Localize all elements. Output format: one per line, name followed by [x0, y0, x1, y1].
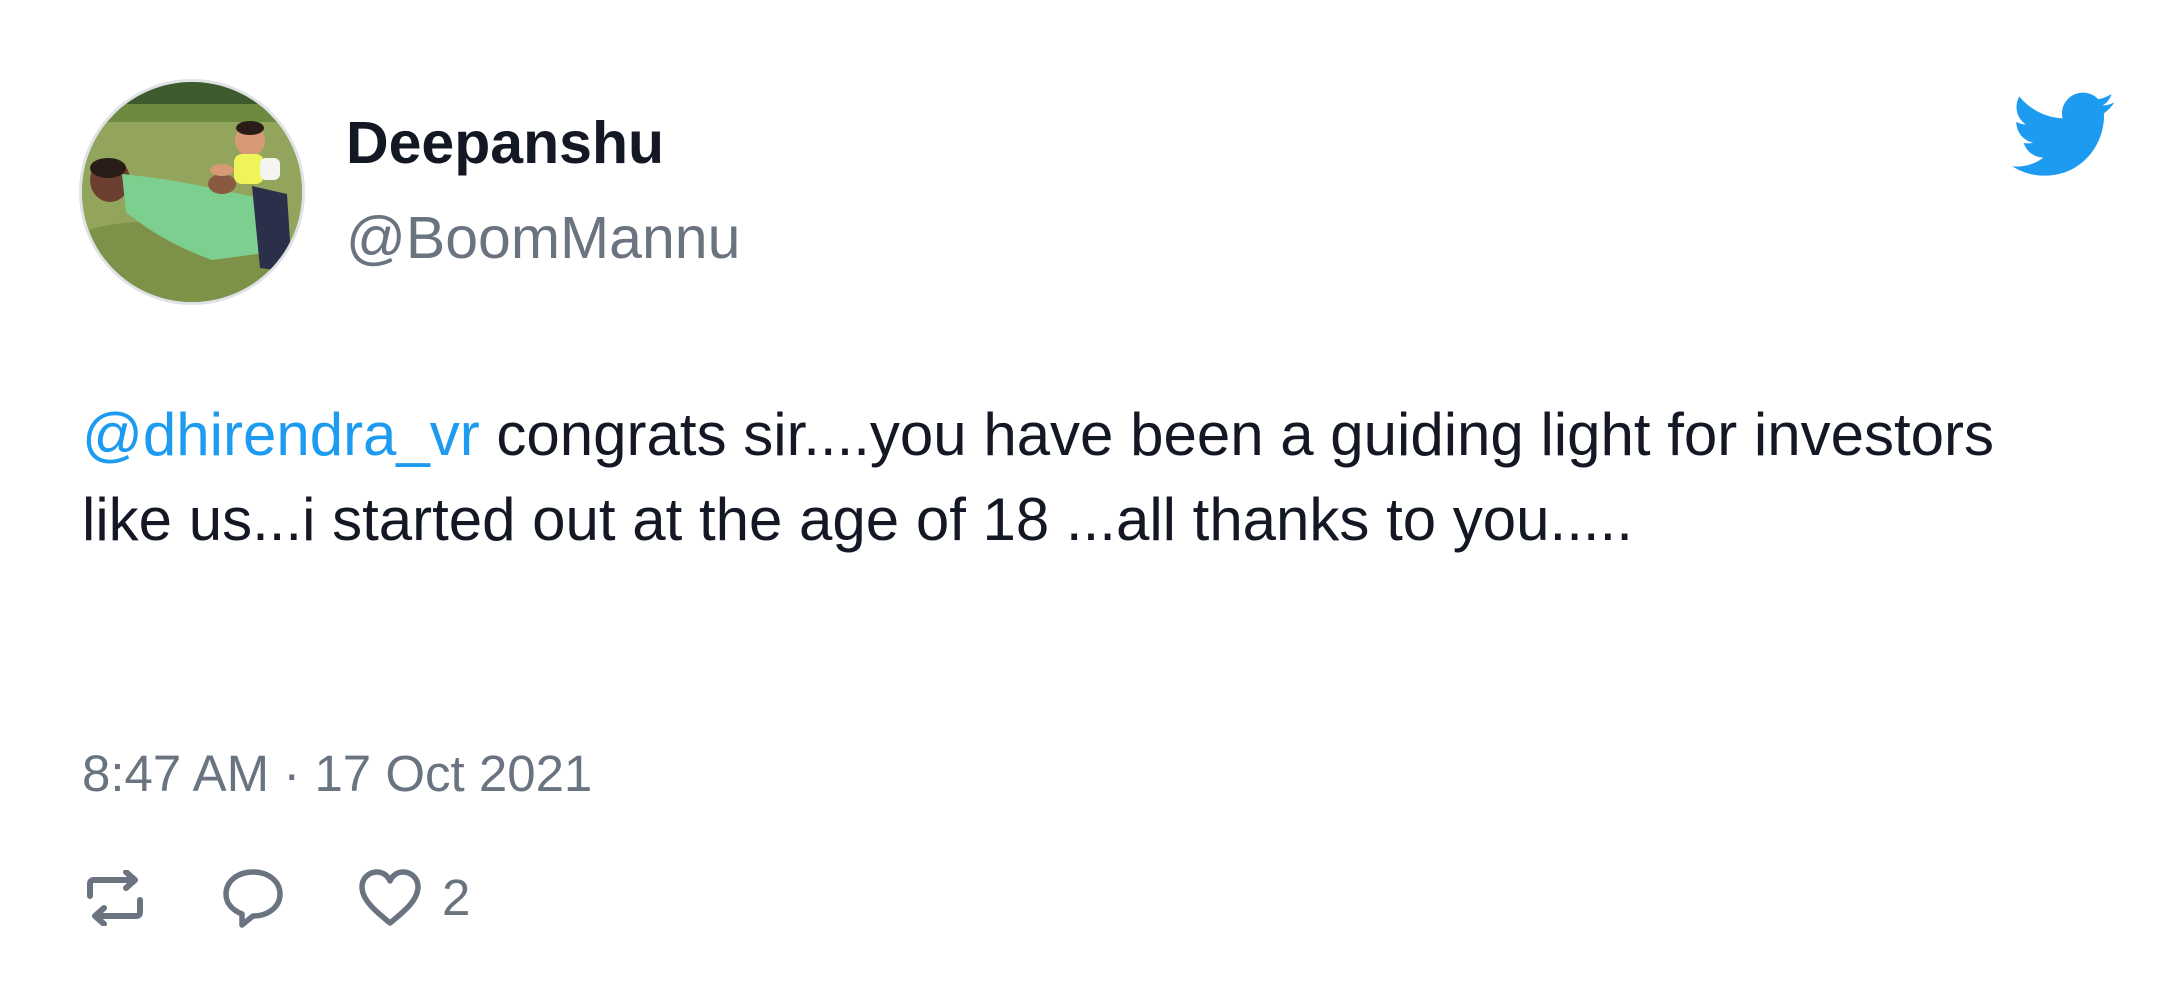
- tweet-card: Deepanshu @BoomMannu @dhirendra_vr congr…: [0, 0, 2180, 1008]
- tweet-timestamp[interactable]: 8:47 AM · 17 Oct 2021: [82, 742, 592, 806]
- avatar[interactable]: [82, 82, 302, 302]
- reply-button[interactable]: [222, 866, 284, 930]
- author-handle[interactable]: @BoomMannu: [346, 203, 740, 273]
- retweet-button[interactable]: [84, 866, 146, 930]
- mention-link[interactable]: @dhirendra_vr: [82, 401, 480, 468]
- tweet-text: @dhirendra_vr congrats sir....you have b…: [82, 392, 2062, 562]
- author-display-name[interactable]: Deepanshu: [346, 108, 664, 178]
- like-count: 2: [442, 869, 471, 926]
- heart-icon: [358, 869, 422, 927]
- twitter-bird-icon[interactable]: [2008, 92, 2116, 180]
- retweet-icon: [84, 870, 146, 926]
- reply-icon: [222, 867, 284, 929]
- like-button[interactable]: 2: [358, 866, 470, 930]
